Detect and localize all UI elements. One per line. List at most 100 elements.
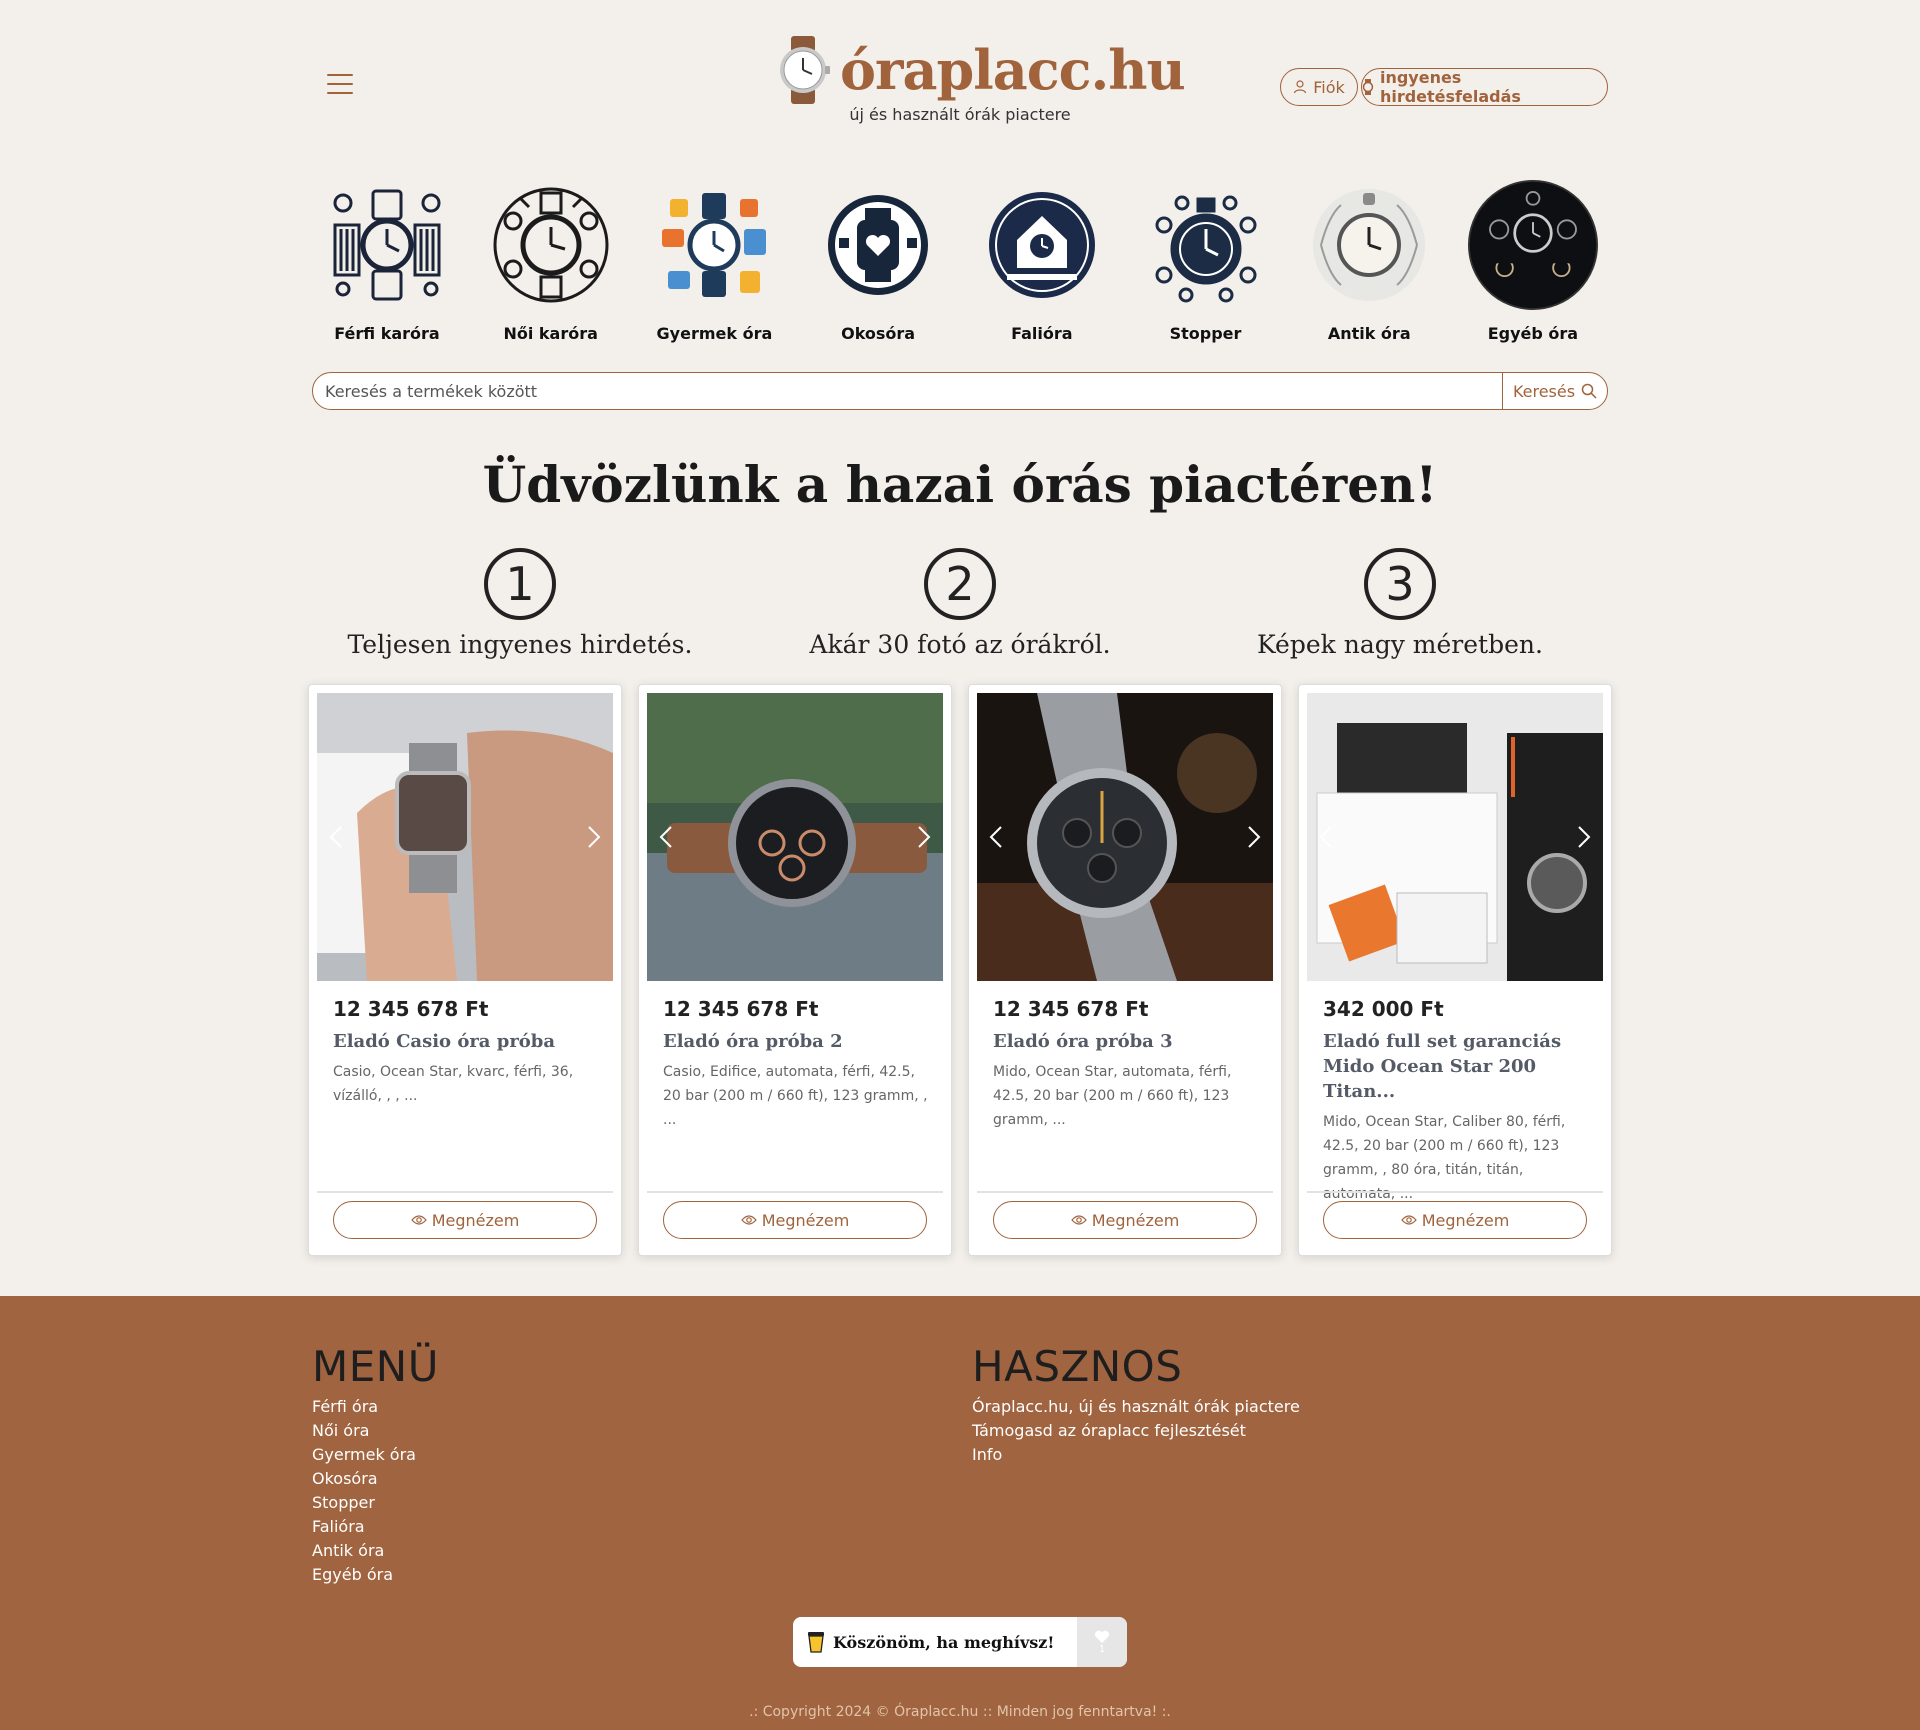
category-mens-watch[interactable]: Férfi karóra (312, 180, 462, 343)
listing-card: 12 345 678 Ft Eladó Casio óra próba Casi… (308, 684, 622, 1256)
step-text: Teljesen ingyenes hirdetés. (347, 630, 693, 659)
listing-price: 12 345 678 Ft (333, 997, 489, 1021)
like-count: 1 (1098, 1643, 1106, 1655)
footer-link[interactable]: Egyéb óra (312, 1563, 439, 1587)
listing-card: 342 000 Ft Eladó full set garanciás Mido… (1298, 684, 1612, 1256)
category-nav: Férfi karóra Női karóra Gyermek óra Okos… (312, 180, 1608, 343)
coffee-label: Köszönöm, ha meghívsz! (833, 1632, 1055, 1652)
stopwatch-icon (1141, 180, 1271, 310)
listing-price: 12 345 678 Ft (993, 997, 1149, 1021)
eye-icon (740, 1215, 757, 1225)
view-listing-label: Megnézem (431, 1210, 520, 1230)
step-text: Akár 30 fotó az órákról. (809, 630, 1111, 659)
search-button[interactable]: Keresés (1502, 373, 1607, 409)
view-listing-button[interactable]: Megnézem (333, 1201, 597, 1239)
listing-description: Mido, Ocean Star, automata, férfi, 42.5,… (993, 1064, 1232, 1128)
category-other-watch[interactable]: Egyéb óra (1458, 180, 1608, 343)
like-button[interactable]: 1 (1077, 1617, 1127, 1667)
footer-link[interactable]: Női óra (312, 1419, 439, 1443)
listing-card: 12 345 678 Ft Eladó óra próba 2 Casio, E… (638, 684, 952, 1256)
listing-image[interactable] (647, 693, 943, 981)
carousel-prev-icon[interactable] (987, 825, 1007, 849)
search-icon (1581, 383, 1597, 399)
search-bar: Keresés (312, 372, 1608, 410)
listing-title[interactable]: Eladó óra próba 3 (993, 1029, 1265, 1054)
category-kids-watch[interactable]: Gyermek óra (639, 180, 789, 343)
footer-link[interactable]: Falióra (312, 1515, 439, 1539)
category-wall-clock[interactable]: Falióra (967, 180, 1117, 343)
category-label: Okosóra (841, 324, 916, 343)
footer-link[interactable]: Gyermek óra (312, 1443, 439, 1467)
view-listing-label: Megnézem (761, 1210, 850, 1230)
carousel-next-icon[interactable] (1573, 825, 1593, 849)
welcome-title: Üdvözlünk a hazai órás piactéren! (482, 455, 1438, 514)
smartwatch-icon (813, 180, 943, 310)
step-number-icon: 3 (1364, 548, 1436, 620)
footer-useful: HASZNOS Óraplacc.hu, új és használt órák… (972, 1342, 1300, 1467)
footer-link[interactable]: Óraplacc.hu, új és használt órák piacter… (972, 1395, 1300, 1419)
listing-price: 12 345 678 Ft (663, 997, 819, 1021)
listing-image[interactable] (1307, 693, 1603, 981)
listing-grid: 12 345 678 Ft Eladó Casio óra próba Casi… (308, 684, 1612, 1256)
account-label: Fiók (1313, 77, 1345, 97)
listing-title[interactable]: Eladó Casio óra próba (333, 1029, 605, 1054)
account-button[interactable]: Fiók (1280, 68, 1358, 106)
feature-steps: 1 Teljesen ingyenes hirdetés. 2 Akár 30 … (300, 548, 1620, 659)
footer-menu-title: MENÜ (312, 1342, 439, 1391)
category-stopwatch[interactable]: Stopper (1131, 180, 1281, 343)
site-footer: MENÜ Férfi óra Női óra Gyermek óra Okosó… (0, 1296, 1920, 1730)
eye-icon (1400, 1215, 1417, 1225)
category-label: Falióra (1011, 324, 1073, 343)
listing-price: 342 000 Ft (1323, 997, 1444, 1021)
other-watch-icon (1467, 180, 1598, 310)
carousel-prev-icon[interactable] (1317, 825, 1337, 849)
search-input[interactable] (313, 373, 1502, 409)
footer-link[interactable]: Antik óra (312, 1539, 439, 1563)
footer-link[interactable]: Támogasd az óraplacc fejlesztését (972, 1419, 1300, 1443)
card-divider (1307, 1191, 1603, 1193)
category-antique-watch[interactable]: Antik óra (1294, 180, 1444, 343)
buy-me-coffee-widget[interactable]: Köszönöm, ha meghívsz! 1 (793, 1617, 1127, 1667)
card-divider (977, 1191, 1273, 1193)
footer-link[interactable]: Info (972, 1443, 1300, 1467)
site-header: óraplacc.hu új és használt órák piactere… (0, 0, 1920, 150)
footer-link[interactable]: Stopper (312, 1491, 439, 1515)
carousel-next-icon[interactable] (1243, 825, 1263, 849)
footer-link[interactable]: Okosóra (312, 1467, 439, 1491)
search-button-label: Keresés (1512, 381, 1576, 401)
category-womens-watch[interactable]: Női karóra (476, 180, 626, 343)
category-smartwatch[interactable]: Okosóra (803, 180, 953, 343)
menu-toggle-button[interactable] (327, 74, 353, 94)
listing-image[interactable] (977, 693, 1273, 981)
kids-watch-icon (649, 180, 779, 310)
listing-card: 12 345 678 Ft Eladó óra próba 3 Mido, Oc… (968, 684, 1282, 1256)
listing-image[interactable] (317, 693, 613, 981)
carousel-prev-icon[interactable] (657, 825, 677, 849)
listing-title[interactable]: Eladó óra próba 2 (663, 1029, 935, 1054)
carousel-next-icon[interactable] (913, 825, 933, 849)
category-label: Férfi karóra (334, 324, 440, 343)
feature-step: 1 Teljesen ingyenes hirdetés. (300, 548, 740, 659)
carousel-prev-icon[interactable] (327, 825, 347, 849)
copyright-text: .: Copyright 2024 © Óraplacc.hu :: Minde… (749, 1704, 1171, 1720)
footer-link[interactable]: Férfi óra (312, 1395, 439, 1419)
listing-title[interactable]: Eladó full set garanciás Mido Ocean Star… (1323, 1029, 1595, 1104)
site-tagline: új és használt órák piactere (849, 105, 1071, 124)
watch-logo-icon (774, 36, 832, 104)
view-listing-button[interactable]: Megnézem (993, 1201, 1257, 1239)
mens-watch-icon (322, 180, 452, 310)
card-divider (647, 1191, 943, 1193)
site-logo[interactable]: óraplacc.hu (774, 36, 1186, 104)
eye-icon (1070, 1215, 1087, 1225)
carousel-next-icon[interactable] (583, 825, 603, 849)
view-listing-button[interactable]: Megnézem (1323, 1201, 1587, 1239)
post-ad-button[interactable]: ingyenes hirdetésfeladás (1361, 68, 1608, 106)
category-label: Női karóra (503, 324, 598, 343)
listing-description: Casio, Edifice, automata, férfi, 42.5, 2… (663, 1064, 928, 1128)
step-number-icon: 2 (924, 548, 996, 620)
step-number-icon: 1 (484, 548, 556, 620)
view-listing-button[interactable]: Megnézem (663, 1201, 927, 1239)
category-label: Egyéb óra (1487, 324, 1579, 343)
card-divider (317, 1191, 613, 1193)
wall-clock-icon (977, 180, 1107, 310)
